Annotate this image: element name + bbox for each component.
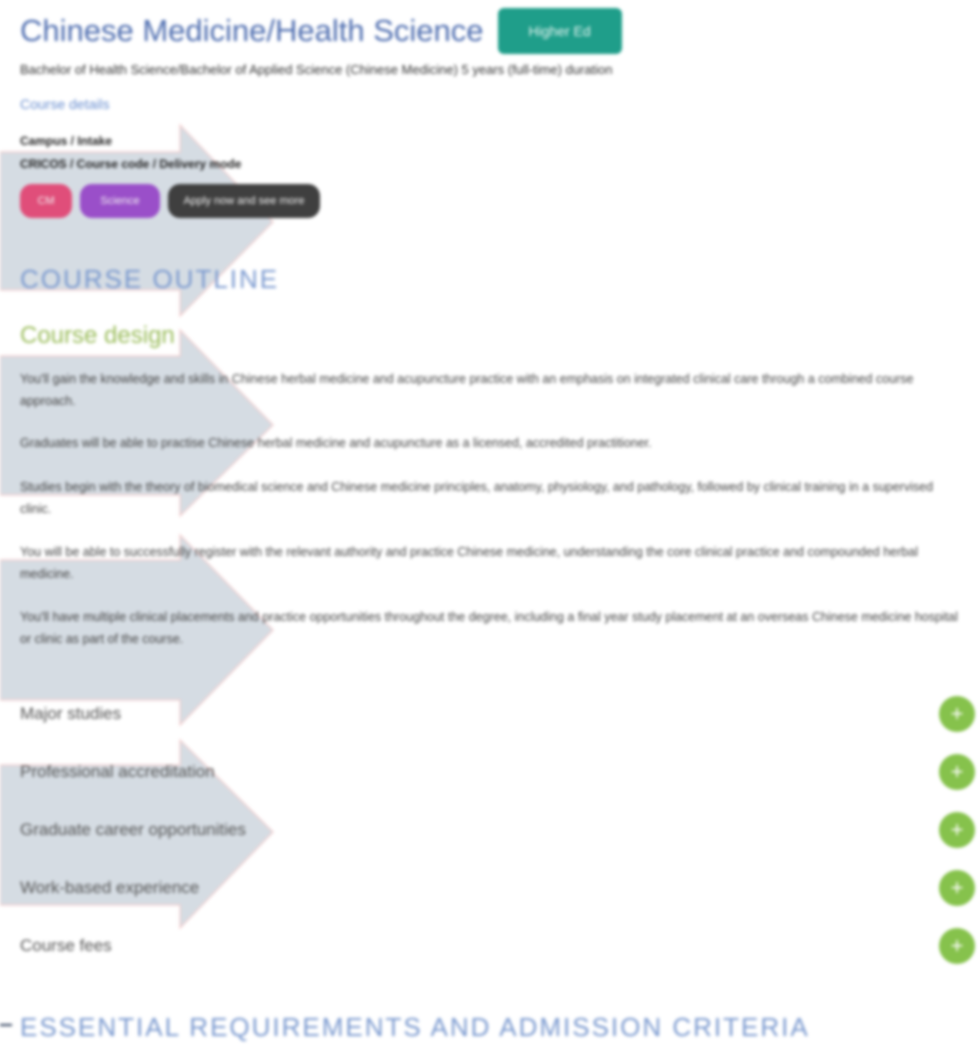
pill-apply[interactable]: Apply now and see more <box>168 184 320 218</box>
plus-icon[interactable]: + <box>939 754 975 790</box>
accordion-label: Course fees <box>20 936 112 955</box>
course-subtitle: Bachelor of Health Science/Bachelor of A… <box>20 62 613 77</box>
course-outline-heading: COURSE OUTLINE <box>20 264 280 294</box>
accordion-label: Work-based experience <box>20 878 200 897</box>
course-paragraph: You'll gain the knowledge and skills in … <box>20 372 914 408</box>
accordion-label: Graduate career opportunities <box>20 820 246 839</box>
accordion-item-work-experience[interactable]: Work-based experience + <box>20 868 975 908</box>
accordion-label: Professional accreditation <box>20 762 215 781</box>
course-paragraph: You'll have multiple clinical placements… <box>20 610 958 646</box>
requirements-heading: ESSENTIAL REQUIREMENTS AND ADMISSION CRI… <box>20 1012 810 1042</box>
level-badge[interactable]: Higher Ed <box>497 8 622 54</box>
accordion-item-major-studies[interactable]: Major studies + <box>20 694 975 734</box>
section-divider <box>0 1024 12 1026</box>
course-details-link[interactable]: Course details <box>20 96 110 112</box>
plus-icon[interactable]: + <box>939 812 975 848</box>
campus-label: Campus / Intake <box>20 134 113 148</box>
course-paragraph: Studies begin with the theory of biomedi… <box>20 480 934 516</box>
course-code-label: CRICOS / Course code / Delivery mode <box>20 157 242 171</box>
course-paragraph: Graduates will be able to practise Chine… <box>20 436 652 450</box>
accordion-item-career-opportunities[interactable]: Graduate career opportunities + <box>20 810 975 850</box>
course-page: Chinese Medicine/Health Science Higher E… <box>0 0 979 1049</box>
course-paragraph: You will be able to successfully registe… <box>20 545 918 581</box>
title-row: Chinese Medicine/Health Science Higher E… <box>20 8 622 54</box>
pill-cm[interactable]: CM <box>20 184 72 218</box>
plus-icon[interactable]: + <box>939 696 975 732</box>
accordion-item-course-fees[interactable]: Course fees + <box>20 926 975 966</box>
plus-icon[interactable]: + <box>939 870 975 906</box>
accordion-item-professional-accreditation[interactable]: Professional accreditation + <box>20 752 975 792</box>
page-title: Chinese Medicine/Health Science <box>20 13 484 48</box>
course-design-heading: Course design <box>20 322 175 349</box>
pill-group: CM Science Apply now and see more <box>20 184 320 218</box>
pill-science[interactable]: Science <box>80 184 160 218</box>
plus-icon[interactable]: + <box>939 928 975 964</box>
accordion-label: Major studies <box>20 704 122 723</box>
